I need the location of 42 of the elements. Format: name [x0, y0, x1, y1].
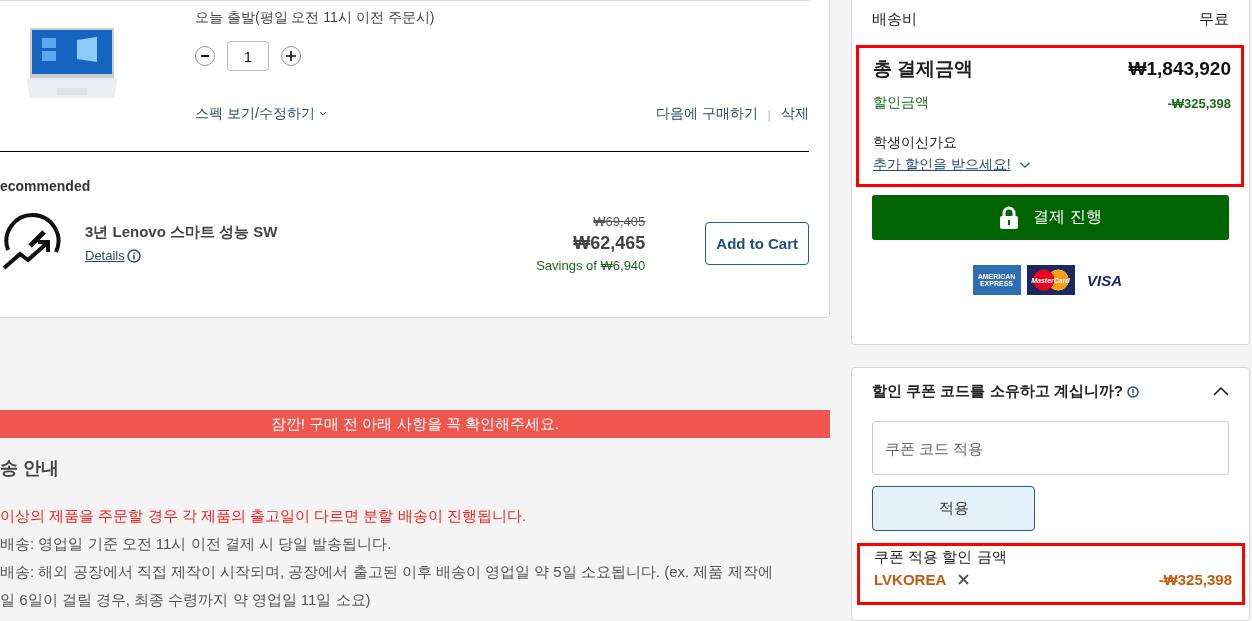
spec-link[interactable]: 스펙 보기/수정하기	[195, 105, 327, 123]
notice-banner: 잠깐! 구매 전 아래 사항을 꼭 확인해주세요.	[0, 410, 830, 438]
details-link[interactable]: Details	[85, 248, 141, 263]
notice-heading: 송 안내	[0, 457, 60, 480]
info-icon[interactable]	[1126, 385, 1139, 398]
total-label: 총 결제금액	[873, 57, 974, 81]
close-icon[interactable]	[958, 574, 970, 585]
coupon-title: 할인 쿠폰 코드를 소유하고 계십니까?	[872, 382, 1123, 401]
coupon-code: LVKOREA	[874, 571, 947, 588]
shipping-value: 무료	[1199, 10, 1229, 29]
apply-button[interactable]: 적용	[872, 486, 1035, 531]
quantity-field[interactable]: 1	[227, 41, 269, 71]
chevron-down-icon	[318, 111, 327, 117]
coupon-amount: -₩325,398	[1158, 571, 1232, 588]
save-for-later-link[interactable]: 다음에 구매하기	[655, 105, 758, 123]
product-name: 3년 Lenovo 스마트 성능 SW	[85, 223, 279, 242]
notice-line: 배송: 영업일 기준 오전 11시 이전 결제 시 당일 발송됩니다.	[0, 534, 393, 554]
notice-line: 이상의 제품을 주문할 경우 각 제품의 출고일이 다르면 분할 배송이 진행됩니다.	[0, 506, 527, 526]
info-icon	[126, 248, 141, 263]
delete-link[interactable]: 삭제	[781, 105, 809, 123]
applied-coupon-label: 쿠폰 적용 할인 금액	[874, 548, 1008, 567]
separator: |	[767, 106, 771, 122]
delivery-info: 오늘 출발(평일 오전 11시 이전 주문시)	[195, 9, 436, 27]
original-price: ₩69,405	[593, 213, 646, 229]
shipping-label: 배송비	[872, 10, 917, 29]
discount-label: 할인금액	[873, 94, 929, 112]
checkout-button[interactable]: 결제 진행	[872, 195, 1229, 240]
plus-icon	[285, 50, 297, 62]
increase-button[interactable]	[281, 46, 301, 66]
decrease-button[interactable]	[195, 46, 215, 66]
notice-line: 일 6일이 걸릴 경우, 최종 수령까지 약 영업일 11일 소요)	[0, 590, 372, 610]
coupon-code-field[interactable]: 쿠폰 코드 적용	[872, 421, 1229, 475]
student-question: 학생이신가요	[873, 134, 958, 152]
discount-value: -₩325,398	[1167, 95, 1231, 111]
savings-text: Savings of ₩6,940	[536, 257, 646, 273]
student-discount-link[interactable]: 추가 할인을 받으세요!	[873, 156, 1011, 174]
sale-price: ₩62,465	[573, 232, 646, 254]
lock-icon	[999, 205, 1020, 230]
notice-line: 배송: 해외 공장에서 직접 제작이 시작되며, 공장에서 출고된 이후 배송이 영업일 약 5일 소요됩니다. (ex. 제품 제작에	[0, 562, 774, 582]
recommended-title: ecommended	[0, 178, 92, 194]
total-value: ₩1,843,920	[1128, 58, 1231, 80]
add-to-cart-button[interactable]: Add to Cart	[705, 221, 809, 265]
